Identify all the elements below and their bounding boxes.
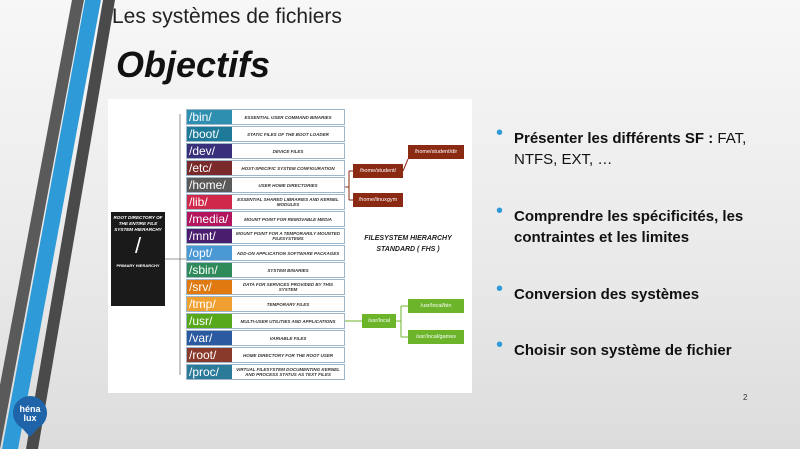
bullet-bold-text: Comprendre les spécificités, les contrai… <box>514 208 744 246</box>
bullet-item: • Conversion des systèmes <box>496 279 786 305</box>
fhs-diagram: ROOT DIRECTORY OF THE ENTIRE FILE SYSTEM… <box>108 99 472 393</box>
usr-local-games-box: /usr/local/games <box>408 330 464 344</box>
directory-name: /sbin/ <box>187 263 232 277</box>
directory-description: TEMPORARY FILES <box>266 301 310 307</box>
bullet-dot-icon: • <box>496 334 504 356</box>
bullet-item: • Choisir son système de fichier <box>496 335 786 361</box>
slide-title: Objectifs <box>116 44 271 85</box>
directory-description: MOUNT POINT FOR A TEMPORARILY MOUNTED FI… <box>236 231 340 241</box>
bullet-dot-icon: • <box>496 278 504 300</box>
bullet-bold-text: Conversion des systèmes <box>514 286 700 303</box>
directory-name: /boot/ <box>187 127 232 141</box>
directory-row: /root/HOME DIRECTORY FOR THE ROOT USER <box>186 347 345 363</box>
henallux-logo: héna lux <box>13 396 48 437</box>
home-student-box: /home/student/ <box>353 164 403 178</box>
directory-description: VIRTUAL FILESYSTEM DOCUMENTING KERNEL AN… <box>236 367 340 377</box>
slide-subtitle: Les systèmes de fichiers <box>112 5 342 28</box>
directory-name: /usr/ <box>187 314 232 328</box>
fhs-title: FILESYSTEM HIERARCHY STANDARD ( FHS ) <box>364 235 452 253</box>
directory-description: VARIABLE FILES <box>269 335 307 341</box>
directory-name: /home/ <box>187 178 232 192</box>
directory-name: /srv/ <box>187 280 232 294</box>
directory-description: MOUNT POINT FOR REMOVABLE MEDIA <box>244 216 332 222</box>
bullet-bold-text: Présenter les différents SF : <box>514 130 714 147</box>
directory-description: MULTI-USER UTILITIES AND APPLICATIONS <box>240 318 336 324</box>
directory-row: /opt/ADD-ON APPLICATION SOFTWARE PACKAGE… <box>186 245 345 261</box>
directory-row: /media/MOUNT POINT FOR REMOVABLE MEDIA <box>186 211 345 227</box>
directory-row: /home/USER HOME DIRECTORIES <box>186 177 345 193</box>
directory-description: USER HOME DIRECTORIES <box>258 182 318 188</box>
directory-name: /root/ <box>187 348 232 362</box>
directory-row: /boot/STATIC FILES OF THE BOOT LOADER <box>186 126 345 142</box>
directory-name: /proc/ <box>187 365 232 379</box>
directory-name: /etc/ <box>187 161 232 175</box>
directory-row: /sbin/SYSTEM BINARIES <box>186 262 345 278</box>
directory-name: /dev/ <box>187 144 232 158</box>
directory-name: /lib/ <box>187 195 232 209</box>
primary-hierarchy-label: PRIMARY HIERARCHY <box>116 263 160 268</box>
directory-description: HOST-SPECIFIC SYSTEM CONFIGURATION <box>241 165 335 171</box>
root-slash: / <box>134 233 142 258</box>
bullet-bold-text: Choisir son système de fichier <box>514 342 732 359</box>
directory-row: /lib/ESSENTIAL SHARED LIBRARIES AND KERN… <box>186 194 345 210</box>
directory-description: ESSENTIAL SHARED LIBRARIES AND KERNEL MO… <box>237 197 339 207</box>
directory-row: /mnt/MOUNT POINT FOR A TEMPORARILY MOUNT… <box>186 228 345 244</box>
bullet-item: • Présenter les différents SF : FAT, NTF… <box>496 123 786 170</box>
directory-description: STATIC FILES OF THE BOOT LOADER <box>247 131 329 137</box>
root-directory-box: ROOT DIRECTORY OF THE ENTIRE FILE SYSTEM… <box>111 212 165 306</box>
directory-row: /usr/MULTI-USER UTILITIES AND APPLICATIO… <box>186 313 345 329</box>
page-number: 2 <box>743 393 748 402</box>
directory-description: SYSTEM BINARIES <box>267 267 309 273</box>
usr-local-box: /usr/local <box>362 314 396 328</box>
directory-name: /var/ <box>187 331 232 345</box>
directory-description: ADD-ON APPLICATION SOFTWARE PACKAGES <box>236 250 340 256</box>
directory-row: /var/VARIABLE FILES <box>186 330 345 346</box>
directory-row: /tmp/TEMPORARY FILES <box>186 296 345 312</box>
directory-row: /srv/DATA FOR SERVICES PROVIDED BY THIS … <box>186 279 345 295</box>
directory-name: /opt/ <box>187 246 232 260</box>
directory-row: /etc/HOST-SPECIFIC SYSTEM CONFIGURATION <box>186 160 345 176</box>
bullet-item: • Comprendre les spécificités, les contr… <box>496 201 786 248</box>
directory-name: /media/ <box>187 212 232 226</box>
home-student-dir-box: /home/student/dir <box>408 145 464 159</box>
directory-name: /tmp/ <box>187 297 232 311</box>
directory-description: DEVICE FILES <box>272 148 304 154</box>
directory-description: HOME DIRECTORY FOR THE ROOT USER <box>242 352 333 358</box>
directory-row: /proc/VIRTUAL FILESYSTEM DOCUMENTING KER… <box>186 364 345 380</box>
directory-name: /bin/ <box>187 110 232 124</box>
directory-row: /bin/ESSENTIAL USER COMMAND BINARIES <box>186 109 345 125</box>
directory-name: /mnt/ <box>187 229 232 243</box>
home-linuxgym-box: /home/linuxgym <box>353 193 403 207</box>
usr-local-bin-box: /usr/local/bin <box>408 299 464 313</box>
directory-row: /dev/DEVICE FILES <box>186 143 345 159</box>
logo-line2: lux <box>23 413 36 423</box>
directory-description: DATA FOR SERVICES PROVIDED BY THIS SYSTE… <box>242 282 334 292</box>
root-directory-label: ROOT DIRECTORY OF THE ENTIRE FILE SYSTEM… <box>113 215 163 232</box>
bullet-dot-icon: • <box>496 122 504 144</box>
bullet-dot-icon: • <box>496 200 504 222</box>
directory-description: ESSENTIAL USER COMMAND BINARIES <box>244 114 332 120</box>
